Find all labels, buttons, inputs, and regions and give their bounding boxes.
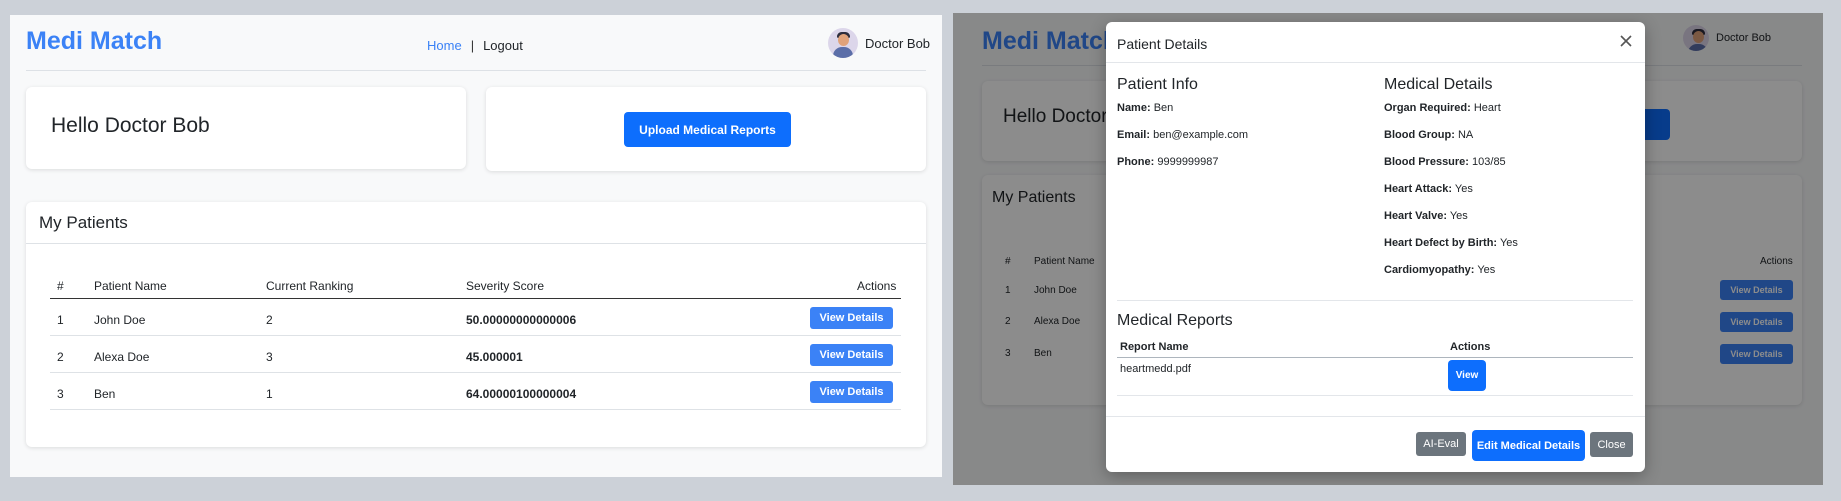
blood-pressure-field: Blood Pressure: 103/85 bbox=[1384, 156, 1506, 168]
nav-home-link[interactable]: Home bbox=[427, 38, 462, 53]
row2-index: 2 bbox=[57, 350, 64, 364]
medical-details-title: Medical Details bbox=[1384, 76, 1493, 93]
close-button[interactable]: Close bbox=[1590, 432, 1633, 457]
header-divider bbox=[26, 70, 926, 71]
col-index: # bbox=[57, 279, 64, 293]
row3-ranking: 1 bbox=[266, 387, 273, 401]
close-icon[interactable] bbox=[1617, 32, 1635, 50]
edit-medical-details-button[interactable]: Edit Medical Details bbox=[1472, 430, 1585, 461]
row1-name: John Doe bbox=[94, 313, 146, 327]
patient-name-field: Name: Ben bbox=[1117, 102, 1174, 114]
cardiomyopathy-field: Cardiomyopathy: Yes bbox=[1384, 264, 1496, 276]
row3-name: Ben bbox=[94, 387, 116, 401]
upload-reports-button[interactable]: Upload Medical Reports bbox=[624, 112, 791, 147]
patient-email-field: Email: ben@example.com bbox=[1117, 129, 1249, 141]
col-actions: Actions bbox=[857, 279, 897, 293]
dashboard-panel: Medi Match Home | Logout Doctor Bob Hello … bbox=[10, 15, 942, 477]
row1-index: 1 bbox=[57, 313, 64, 327]
heart-defect-field: Heart Defect by Birth: Yes bbox=[1384, 237, 1518, 249]
col-patient-name: Patient Name bbox=[94, 279, 167, 293]
view-report-button[interactable]: View bbox=[1448, 360, 1486, 391]
col-severity: Severity Score bbox=[466, 279, 545, 293]
greeting-card: Hello Doctor Bob bbox=[26, 87, 466, 169]
row2-ranking: 3 bbox=[266, 350, 273, 364]
dashboard-modal-panel: Medi Match Doctor Bob Hello Doctor Bob M… bbox=[953, 13, 1823, 485]
heart-attack-field: Heart Attack: Yes bbox=[1384, 183, 1473, 195]
row2-score: 45.000001 bbox=[466, 350, 523, 364]
row2-view-details-button[interactable]: View Details bbox=[810, 344, 893, 366]
section-divider bbox=[1117, 300, 1633, 301]
modal-header-divider bbox=[1106, 62, 1645, 63]
modal-title: Patient Details bbox=[1117, 36, 1208, 52]
row-divider bbox=[50, 372, 901, 373]
report-name: heartmedd.pdf bbox=[1120, 363, 1191, 375]
patients-card: My Patients # Patient Name Current Ranki… bbox=[26, 202, 926, 447]
row1-ranking: 2 bbox=[266, 313, 273, 327]
brand-logo[interactable]: Medi Match bbox=[26, 27, 162, 56]
patient-details-modal: Patient Details Patient Info Name: Ben E… bbox=[1106, 22, 1645, 472]
col-report-actions: Actions bbox=[1450, 341, 1491, 353]
patient-phone-field: Phone: 9999999987 bbox=[1117, 156, 1219, 168]
col-report-name: Report Name bbox=[1120, 341, 1189, 353]
row-divider bbox=[50, 335, 901, 336]
ai-eval-button[interactable]: AI-Eval bbox=[1416, 432, 1466, 456]
patient-info-title: Patient Info bbox=[1117, 76, 1198, 93]
report-thead-divider bbox=[1117, 357, 1633, 358]
row2-name: Alexa Doe bbox=[94, 350, 150, 364]
top-nav: Home | Logout bbox=[427, 38, 523, 53]
row3-index: 3 bbox=[57, 387, 64, 401]
patients-title: My Patients bbox=[39, 213, 128, 232]
modal-footer-divider bbox=[1106, 416, 1645, 417]
row3-score: 64.00000100000004 bbox=[466, 387, 577, 401]
greeting-text: Hello Doctor Bob bbox=[51, 114, 210, 137]
row1-view-details-button[interactable]: View Details bbox=[810, 307, 893, 329]
blood-group-field: Blood Group: NA bbox=[1384, 129, 1474, 141]
avatar bbox=[828, 28, 858, 58]
row1-score: 50.00000000000006 bbox=[466, 313, 577, 327]
medical-reports-title: Medical Reports bbox=[1117, 312, 1233, 329]
organ-required-field: Organ Required: Heart bbox=[1384, 102, 1501, 114]
report-row-divider bbox=[1117, 395, 1633, 396]
thead-divider bbox=[50, 298, 901, 299]
row3-view-details-button[interactable]: View Details bbox=[810, 381, 893, 403]
nav-separator: | bbox=[470, 38, 475, 53]
row-divider bbox=[50, 409, 901, 410]
col-ranking: Current Ranking bbox=[266, 279, 354, 293]
card-header-divider bbox=[26, 243, 926, 244]
user-name: Doctor Bob bbox=[865, 35, 931, 51]
user-menu[interactable]: Doctor Bob bbox=[828, 28, 930, 58]
upload-card: Upload Medical Reports bbox=[486, 87, 926, 171]
nav-logout-link[interactable]: Logout bbox=[483, 38, 523, 53]
heart-valve-field: Heart Valve: Yes bbox=[1384, 210, 1468, 222]
